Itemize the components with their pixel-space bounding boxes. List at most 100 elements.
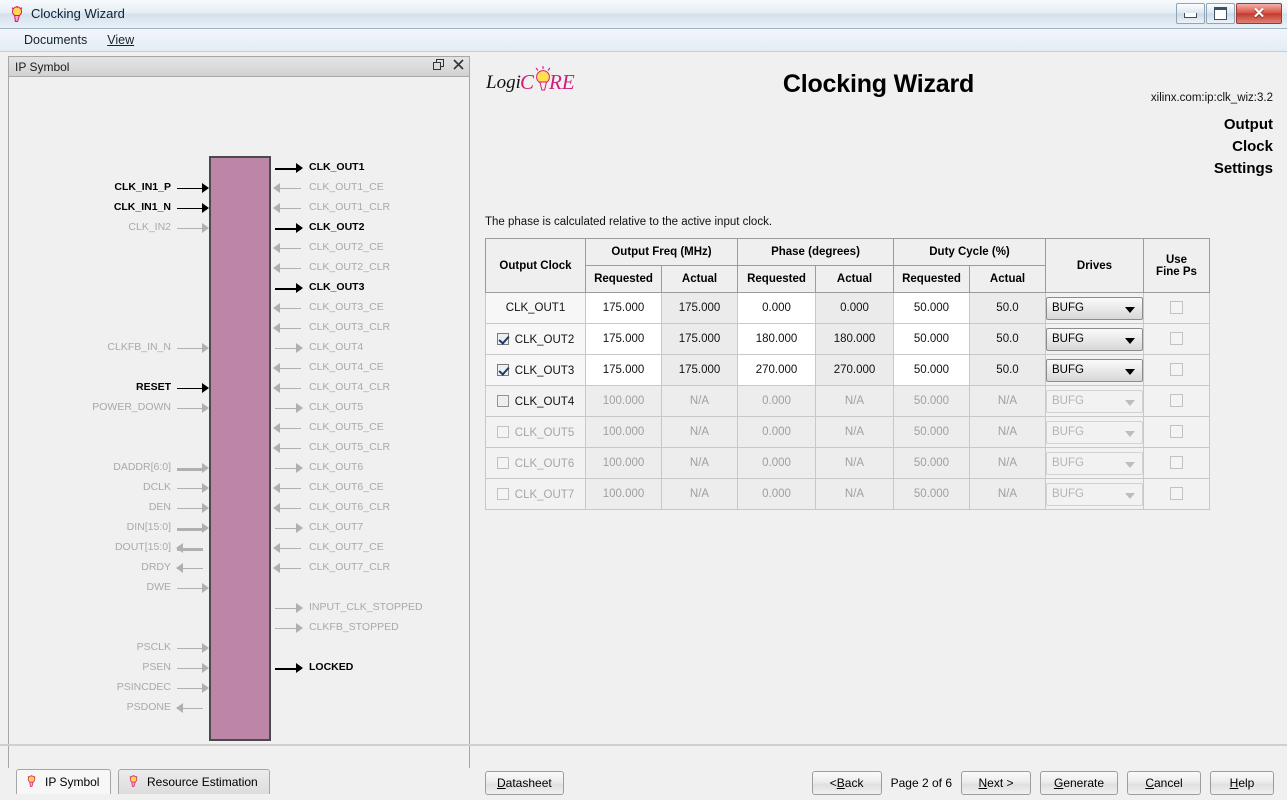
use-fine-ps-checkbox[interactable] bbox=[1170, 363, 1183, 376]
maximize-button[interactable] bbox=[1206, 2, 1235, 24]
section-title: Output Clock Settings bbox=[1073, 114, 1273, 180]
menu-documents[interactable]: Documents bbox=[14, 31, 97, 49]
cancel-button[interactable]: Cancel bbox=[1127, 771, 1201, 795]
cell-duty-requested[interactable]: 50.000 bbox=[893, 323, 970, 355]
cell-freq-requested[interactable]: 175.000 bbox=[585, 292, 662, 324]
cell-phase-requested: 0.000 bbox=[737, 447, 816, 479]
pin-dwe: DWE bbox=[9, 581, 209, 594]
table-row: CLK_OUT1 175.000 175.000 0.000 0.000 50.000 50… bbox=[485, 292, 1210, 324]
help-button[interactable]: Help bbox=[1210, 771, 1274, 795]
table-row: CLK_OUT2 175.000 175.000 180.000 180.000 50.0… bbox=[485, 323, 1210, 355]
pin-dclk: DCLK bbox=[9, 481, 209, 494]
lightbulb-icon bbox=[25, 774, 38, 791]
use-fine-ps-checkbox[interactable] bbox=[1170, 425, 1183, 438]
tab-ip-symbol-label: IP Symbol bbox=[45, 775, 100, 789]
cell-freq-actual: N/A bbox=[661, 385, 738, 417]
pin-clk_out7: CLK_OUT7 bbox=[271, 521, 461, 534]
drives-select[interactable]: BUFG bbox=[1046, 358, 1143, 382]
generate-button[interactable]: Generate bbox=[1040, 771, 1118, 795]
pin-daddr60: DADDR[6:0] bbox=[9, 461, 209, 474]
window-title: Clocking Wizard bbox=[31, 6, 125, 21]
datasheet-button[interactable]: Datasheet bbox=[485, 771, 564, 795]
cell-phase-requested: 0.000 bbox=[737, 478, 816, 510]
table-row: CLK_OUT5 100.000 N/A 0.000 N/A 50.000 N/A BUFG bbox=[485, 416, 1210, 448]
row-enable-checkbox[interactable] bbox=[496, 456, 509, 469]
use-fine-ps-checkbox[interactable] bbox=[1170, 332, 1183, 345]
float-window-icon[interactable] bbox=[433, 59, 444, 73]
cell-duty-requested[interactable]: 50.000 bbox=[893, 354, 970, 386]
cell-output-clock-name[interactable]: CLK_OUT1 bbox=[485, 292, 586, 324]
pin-clk_out2: CLK_OUT2 bbox=[271, 221, 461, 234]
page-indicator: Page 2 of 6 bbox=[890, 776, 952, 790]
use-fine-ps-checkbox[interactable] bbox=[1170, 487, 1183, 500]
cell-output-clock-name[interactable]: CLK_OUT7 bbox=[485, 478, 586, 510]
th-freq-actual: Actual bbox=[661, 265, 738, 293]
cell-phase-actual: N/A bbox=[815, 416, 894, 448]
cell-duty-requested[interactable]: 50.000 bbox=[893, 292, 970, 324]
drives-select: BUFG bbox=[1046, 389, 1143, 413]
pin-clk_in1_n: CLK_IN1_N bbox=[9, 201, 209, 214]
pin-clk_out5_clr: CLK_OUT5_CLR bbox=[271, 441, 461, 454]
pin-input_clk_stopped: INPUT_CLK_STOPPED bbox=[271, 601, 461, 614]
back-button[interactable]: < Back bbox=[811, 771, 882, 795]
cell-phase-requested[interactable]: 180.000 bbox=[737, 323, 816, 355]
row-enable-checkbox[interactable] bbox=[496, 332, 509, 345]
window-controls: ✕ bbox=[1175, 2, 1282, 24]
close-icon[interactable] bbox=[453, 59, 464, 73]
row-enable-checkbox[interactable] bbox=[496, 425, 509, 438]
cell-phase-requested[interactable]: 270.000 bbox=[737, 354, 816, 386]
cell-drives: BUFG bbox=[1045, 478, 1144, 510]
next-button[interactable]: Next > bbox=[961, 771, 1031, 795]
datasheet-button-rest: atasheet bbox=[505, 776, 552, 790]
cell-freq-requested[interactable]: 175.000 bbox=[585, 323, 662, 355]
cell-output-clock-name[interactable]: CLK_OUT2 bbox=[485, 323, 586, 355]
cell-output-clock-name[interactable]: CLK_OUT5 bbox=[485, 416, 586, 448]
window-titlebar: Clocking Wizard ✕ bbox=[0, 0, 1287, 29]
drives-select[interactable]: BUFG bbox=[1046, 327, 1143, 351]
ip-symbol-diagram: CLK_IN1_P CLK_IN1_N CLK_IN2 CLKFB_IN_N RESET… bbox=[9, 78, 469, 768]
cell-use-fine-ps bbox=[1143, 292, 1210, 324]
cell-output-clock-name[interactable]: CLK_OUT3 bbox=[485, 354, 586, 386]
cell-freq-requested[interactable]: 175.000 bbox=[585, 354, 662, 386]
drives-select: BUFG bbox=[1046, 451, 1143, 475]
pin-locked: LOCKED bbox=[271, 661, 461, 674]
row-enable-checkbox[interactable] bbox=[496, 363, 509, 376]
use-fine-ps-checkbox[interactable] bbox=[1170, 456, 1183, 469]
cell-output-clock-name[interactable]: CLK_OUT6 bbox=[485, 447, 586, 479]
cell-freq-actual: N/A bbox=[661, 416, 738, 448]
pin-clk_out3_clr: CLK_OUT3_CLR bbox=[271, 321, 461, 334]
tab-ip-symbol[interactable]: IP Symbol bbox=[16, 769, 112, 794]
menu-view-label: View bbox=[107, 33, 135, 47]
lightbulb-icon bbox=[8, 5, 26, 23]
close-button[interactable]: ✕ bbox=[1236, 2, 1282, 24]
cell-duty-requested: 50.000 bbox=[893, 447, 970, 479]
lightbulb-icon bbox=[127, 774, 140, 791]
th-freq-requested: Requested bbox=[585, 265, 662, 293]
cell-duty-actual: 50.0 bbox=[969, 354, 1046, 386]
minimize-button[interactable] bbox=[1176, 2, 1205, 24]
drives-select-value: BUFG bbox=[1052, 364, 1084, 376]
use-fine-ps-checkbox[interactable] bbox=[1170, 394, 1183, 407]
row-enable-checkbox[interactable] bbox=[496, 487, 509, 500]
chevron-down-icon bbox=[1125, 461, 1135, 468]
ip-symbol-canvas: CLK_IN1_P CLK_IN1_N CLK_IN2 CLKFB_IN_N RESET… bbox=[9, 78, 469, 768]
drives-select[interactable]: BUFG bbox=[1046, 296, 1143, 320]
th-use-fine-ps-line1: Use bbox=[1165, 253, 1188, 266]
cell-phase-actual: N/A bbox=[815, 385, 894, 417]
output-clock-label: CLK_OUT3 bbox=[514, 364, 575, 377]
chevron-down-icon bbox=[1125, 399, 1135, 406]
row-enable-checkbox[interactable] bbox=[496, 394, 509, 407]
cell-output-clock-name[interactable]: CLK_OUT4 bbox=[485, 385, 586, 417]
menu-view[interactable]: View bbox=[97, 31, 144, 49]
cell-use-fine-ps bbox=[1143, 478, 1210, 510]
use-fine-ps-checkbox[interactable] bbox=[1170, 301, 1183, 314]
drives-select-value: BUFG bbox=[1052, 488, 1084, 500]
cell-phase-requested[interactable]: 0.000 bbox=[737, 292, 816, 324]
chevron-down-icon bbox=[1125, 492, 1135, 499]
cell-use-fine-ps bbox=[1143, 416, 1210, 448]
tab-resource-estimation[interactable]: Resource Estimation bbox=[118, 769, 270, 794]
cell-freq-actual: 175.000 bbox=[661, 323, 738, 355]
wizard-pane: Logi C RE Clocking Wizard xilinx.com:ip:… bbox=[478, 56, 1279, 796]
cell-freq-actual: N/A bbox=[661, 447, 738, 479]
cell-use-fine-ps bbox=[1143, 323, 1210, 355]
